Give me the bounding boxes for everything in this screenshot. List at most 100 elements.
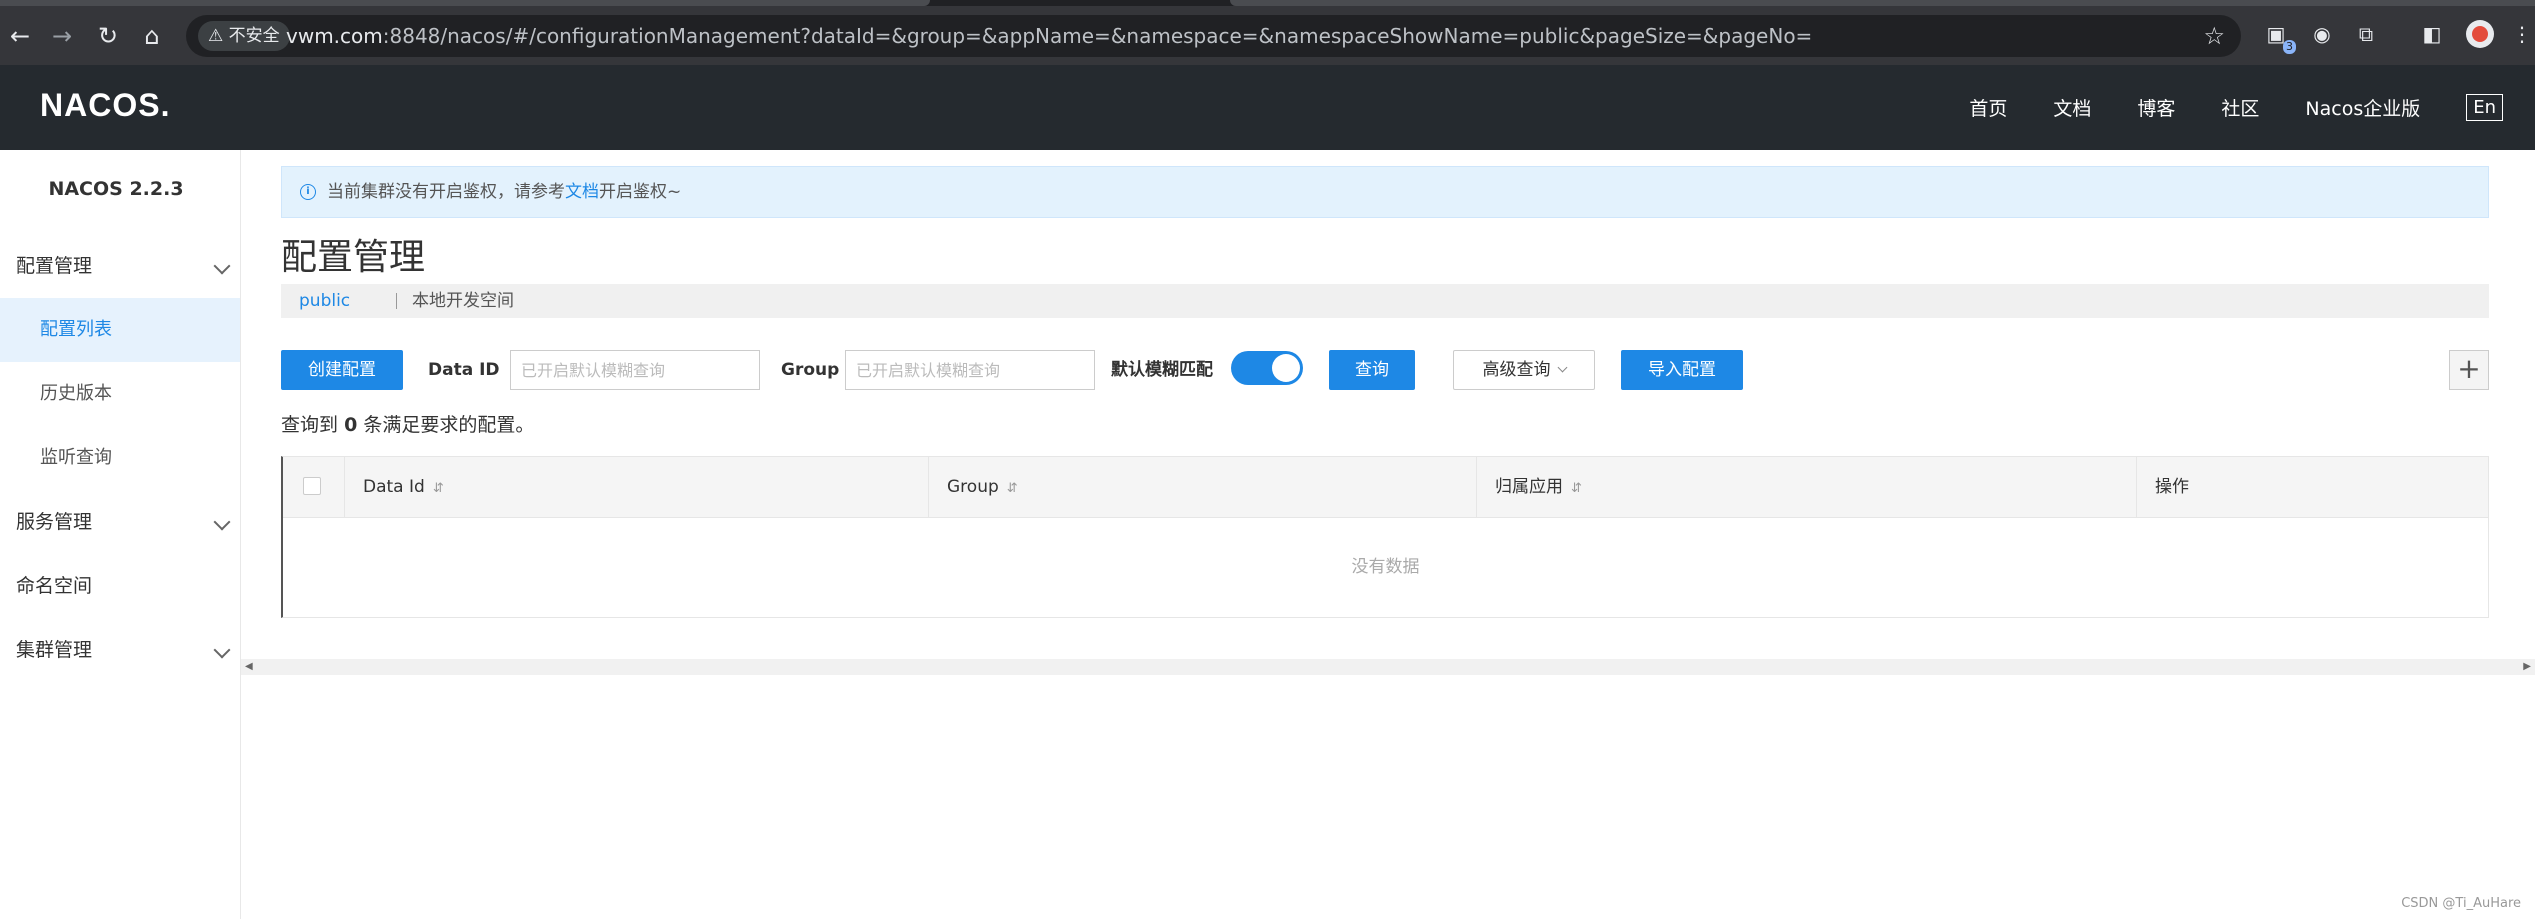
- column-label: Group: [947, 477, 999, 497]
- column-group[interactable]: Group ⇵: [929, 457, 1477, 517]
- tab-strip: [0, 0, 2535, 6]
- sidebar-group-namespace[interactable]: 命名空间: [0, 554, 240, 618]
- browser-tab[interactable]: [1230, 0, 2535, 6]
- nacos-logo[interactable]: NACOS.: [40, 87, 170, 124]
- extension-badge: 3: [2283, 40, 2296, 54]
- table-header: Data Id ⇵ Group ⇵ 归属应用 ⇵ 操作: [283, 457, 2488, 518]
- browser-chrome: ← → ↻ ⌂ ⚠ 不安全 vwm.com:8848/nacos/#/confi…: [0, 0, 2535, 65]
- result-prefix: 查询到: [281, 414, 339, 436]
- header-menu: 首页 文档 博客 社区 Nacos企业版 En: [1969, 65, 2535, 150]
- menu-community[interactable]: 社区: [2221, 94, 2259, 121]
- column-app[interactable]: 归属应用 ⇵: [1477, 457, 2137, 517]
- sidebar-group-label: 集群管理: [16, 639, 93, 661]
- namespace-public[interactable]: public: [299, 284, 350, 318]
- sidebar-group-cluster[interactable]: 集群管理: [0, 618, 240, 682]
- namespace-desc: 本地开发空间: [412, 291, 514, 311]
- extension-icon[interactable]: ▣ 3: [2262, 20, 2296, 54]
- empty-state: 没有数据: [1351, 557, 1420, 577]
- select-all-cell: [283, 457, 345, 517]
- plus-icon[interactable]: +: [2449, 350, 2489, 390]
- dataid-label: Data ID: [428, 360, 500, 380]
- create-config-button[interactable]: 创建配置: [281, 350, 403, 390]
- sidebar-item-listener[interactable]: 监听查询: [0, 426, 240, 490]
- menu-docs[interactable]: 文档: [2053, 94, 2091, 121]
- chevron-down-icon: [213, 513, 231, 531]
- docs-link[interactable]: 文档: [565, 182, 599, 202]
- sidebar-item-label: 配置列表: [40, 319, 112, 340]
- menu-home[interactable]: 首页: [1969, 94, 2007, 121]
- security-chip[interactable]: ⚠ 不安全: [198, 21, 290, 51]
- page-title: 配置管理: [281, 237, 426, 278]
- sort-icon[interactable]: ⇵: [433, 481, 444, 496]
- advanced-query-label: 高级查询: [1482, 360, 1551, 380]
- url-text[interactable]: vwm.com:8848/nacos/#/configurationManage…: [286, 15, 1812, 57]
- scroll-left-icon[interactable]: ◀: [245, 659, 253, 675]
- column-dataid[interactable]: Data Id ⇵: [345, 457, 929, 517]
- sidebar-group-config[interactable]: 配置管理: [0, 234, 240, 298]
- address-bar[interactable]: ⚠ 不安全 vwm.com:8848/nacos/#/configuration…: [186, 15, 2241, 57]
- column-actions: 操作: [2137, 457, 2489, 517]
- alert-text-after: 开启鉴权~: [599, 182, 682, 202]
- alert-text-before: 当前集群没有开启鉴权，请参考: [327, 182, 565, 202]
- group-input[interactable]: [845, 350, 1095, 390]
- dataid-input[interactable]: [510, 350, 760, 390]
- query-toolbar: 创建配置 Data ID Group 默认模糊匹配 查询 高级查询 导入配置 +: [281, 350, 2489, 390]
- result-suffix: 条满足要求的配置。: [363, 414, 535, 436]
- fuzzy-match-toggle[interactable]: [1231, 351, 1303, 385]
- import-config-button[interactable]: 导入配置: [1621, 350, 1743, 390]
- chevron-down-icon: [1557, 362, 1567, 373]
- side-panel-icon[interactable]: ◧: [2418, 20, 2446, 48]
- forward-icon[interactable]: →: [46, 20, 78, 52]
- sort-icon[interactable]: ⇵: [1571, 481, 1582, 496]
- sidebar-group-label: 服务管理: [16, 511, 93, 533]
- sidebar-item-label: 历史版本: [40, 383, 112, 404]
- home-icon[interactable]: ⌂: [136, 20, 168, 52]
- chevron-down-icon: [213, 641, 231, 659]
- advanced-query-button[interactable]: 高级查询: [1453, 350, 1595, 390]
- reload-icon[interactable]: ↻: [92, 20, 124, 52]
- scroll-right-icon[interactable]: ▶: [2523, 659, 2531, 675]
- url-path: :8848/nacos/#/configurationManagement?da…: [382, 24, 1813, 48]
- browser-tab[interactable]: [0, 0, 930, 6]
- namespace-divider: [396, 293, 397, 309]
- version-label: NACOS 2.2.3: [48, 178, 184, 200]
- horizontal-scrollbar[interactable]: ◀ ▶: [241, 659, 2535, 675]
- extensions-puzzle-icon[interactable]: ⧉: [2352, 20, 2380, 48]
- main-content: i 当前集群没有开启鉴权，请参考文档开启鉴权~ 配置管理 public 本地开发…: [241, 150, 2535, 919]
- sidebar-group-label: 配置管理: [16, 255, 93, 277]
- menu-blog[interactable]: 博客: [2137, 94, 2175, 121]
- auth-alert: i 当前集群没有开启鉴权，请参考文档开启鉴权~: [281, 166, 2489, 218]
- app-header: NACOS. 首页 文档 博客 社区 Nacos企业版 En: [0, 65, 2535, 150]
- security-label: 不安全: [228, 26, 280, 46]
- select-all-checkbox[interactable]: [303, 477, 321, 495]
- sidebar-item-config-list[interactable]: 配置列表: [0, 298, 240, 362]
- warning-icon: ⚠: [208, 26, 224, 46]
- profile-avatar[interactable]: [2466, 20, 2494, 48]
- language-switch[interactable]: En: [2466, 94, 2503, 121]
- fuzzy-match-label: 默认模糊匹配: [1111, 360, 1213, 380]
- bookmark-star-icon[interactable]: ☆: [2203, 15, 2225, 57]
- extension-globe-icon[interactable]: ◉: [2308, 20, 2336, 48]
- sort-icon[interactable]: ⇵: [1007, 481, 1018, 496]
- group-label: Group: [781, 360, 840, 380]
- column-label: Data Id: [363, 477, 425, 497]
- back-icon[interactable]: ←: [4, 20, 36, 52]
- sidebar-group-service[interactable]: 服务管理: [0, 490, 240, 554]
- config-table: Data Id ⇵ Group ⇵ 归属应用 ⇵ 操作 没有数据: [281, 456, 2489, 618]
- info-icon: i: [300, 184, 316, 200]
- sidebar-item-label: 监听查询: [40, 447, 112, 468]
- sidebar-item-history[interactable]: 历史版本: [0, 362, 240, 426]
- watermark: CSDN @Ti_AuHare: [2401, 896, 2521, 911]
- result-summary: 查询到 0 条满足要求的配置。: [281, 410, 534, 437]
- column-label: 归属应用: [1495, 477, 1563, 497]
- menu-enterprise[interactable]: Nacos企业版: [2305, 94, 2420, 121]
- toggle-knob: [1272, 354, 1300, 382]
- alert-text: 当前集群没有开启鉴权，请参考文档开启鉴权~: [327, 167, 681, 217]
- sidebar-group-label: 命名空间: [16, 575, 93, 597]
- chevron-down-icon: [213, 257, 231, 275]
- column-label: 操作: [2155, 477, 2189, 497]
- query-button[interactable]: 查询: [1329, 350, 1415, 390]
- namespace-bar: public 本地开发空间: [281, 284, 2489, 318]
- sidebar: NACOS 2.2.3 配置管理 配置列表 历史版本 监听查询 服务管理 命名空…: [0, 150, 241, 919]
- browser-menu-icon[interactable]: ⋮: [2508, 20, 2535, 48]
